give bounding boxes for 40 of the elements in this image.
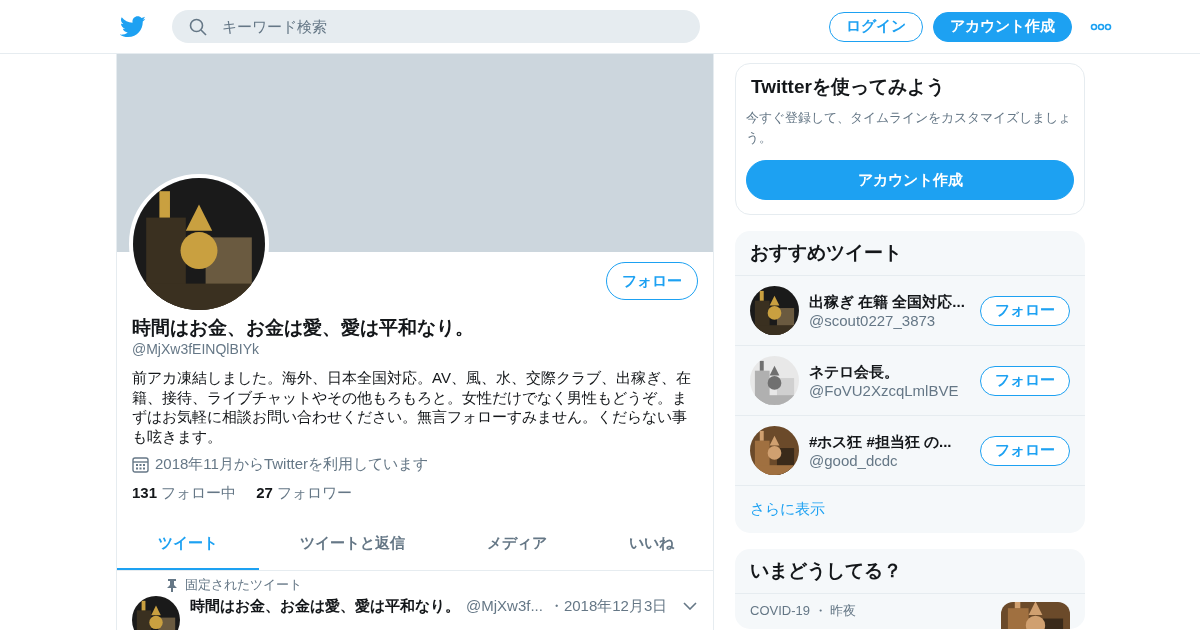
search-icon xyxy=(189,18,207,36)
account-handle: @scout0227_3873 xyxy=(809,311,937,329)
calendar-icon xyxy=(132,456,149,473)
chevron-icon[interactable] xyxy=(683,602,697,610)
follow-button[interactable]: フォロー xyxy=(980,435,1070,466)
pinned-label: 固定されたツイート xyxy=(185,577,302,593)
account-handle: @FoVU2XzcqLmlBVE xyxy=(809,381,960,399)
follow-button[interactable]: フォロー xyxy=(606,262,698,300)
profile-tab[interactable]: ツイートと返信 xyxy=(259,518,445,570)
tweet-date: ・2018年12月3日 xyxy=(548,596,668,616)
follow-button[interactable]: フォロー xyxy=(980,365,1070,396)
panel-title: いまどうしてる？ xyxy=(735,549,1085,594)
tweet-handle: @MjXw3f... xyxy=(466,596,543,616)
account-name[interactable]: 出稼ぎ 在籍 全国対応... xyxy=(809,292,980,312)
pin-icon xyxy=(167,578,177,592)
tweet-author: 時間はお金、お金は愛、愛は平和なり。 xyxy=(190,596,460,616)
join-date: 2018年11月からTwitterを利用しています xyxy=(155,455,429,474)
signup-button[interactable]: アカウント作成 xyxy=(933,11,1072,42)
follow-stat[interactable]: 27 フォロワー xyxy=(256,484,353,503)
account-name[interactable]: #ホス狂 #担当狂 の... xyxy=(809,432,980,452)
account-handle: @good_dcdc xyxy=(809,451,899,469)
more-icon[interactable] xyxy=(1090,22,1112,31)
login-button[interactable]: ログイン xyxy=(829,11,923,42)
bird-logo-icon[interactable] xyxy=(120,15,146,38)
profile-tab[interactable]: メディア xyxy=(445,518,589,570)
follow-stat[interactable]: 131 フォロー中 xyxy=(132,484,237,503)
profile-name: 時間はお金、お金は愛、愛は平和なり。 xyxy=(132,316,475,340)
card-title: Twitterを使ってみよう xyxy=(750,75,946,99)
show-more-link[interactable]: さらに表示 xyxy=(735,486,1085,533)
profile-tab[interactable]: いいね xyxy=(589,518,713,570)
panel-title: おすすめツイート xyxy=(735,231,1085,276)
profile-handle: @MjXw3fEINQlBIYk xyxy=(132,340,260,358)
follow-button[interactable]: フォロー xyxy=(980,295,1070,326)
search-field[interactable]: キーワード検索 xyxy=(172,10,700,43)
profile-tab[interactable]: ツイート xyxy=(117,518,259,570)
account-name[interactable]: ネテロ会長。 xyxy=(809,362,980,382)
signup-button[interactable]: アカウント作成 xyxy=(746,160,1074,200)
card-text: 今すぐ登録して、タイムラインをカスタマイズしましょう。 xyxy=(746,109,1072,147)
trend-context[interactable]: COVID-19 ・ 昨夜 xyxy=(750,602,857,629)
profile-bio: 前アカ凍結しました。海外、日本全国対応。AV、風、水、交際クラブ、出稼ぎ、在籍、接待、ライブチャットやその他もろもろと。女性だけでなく男性もどうぞ。まずはお気軽に相談お問い合わせください。無言フォローすみません。くだらない事も呟きます。 xyxy=(132,368,692,446)
